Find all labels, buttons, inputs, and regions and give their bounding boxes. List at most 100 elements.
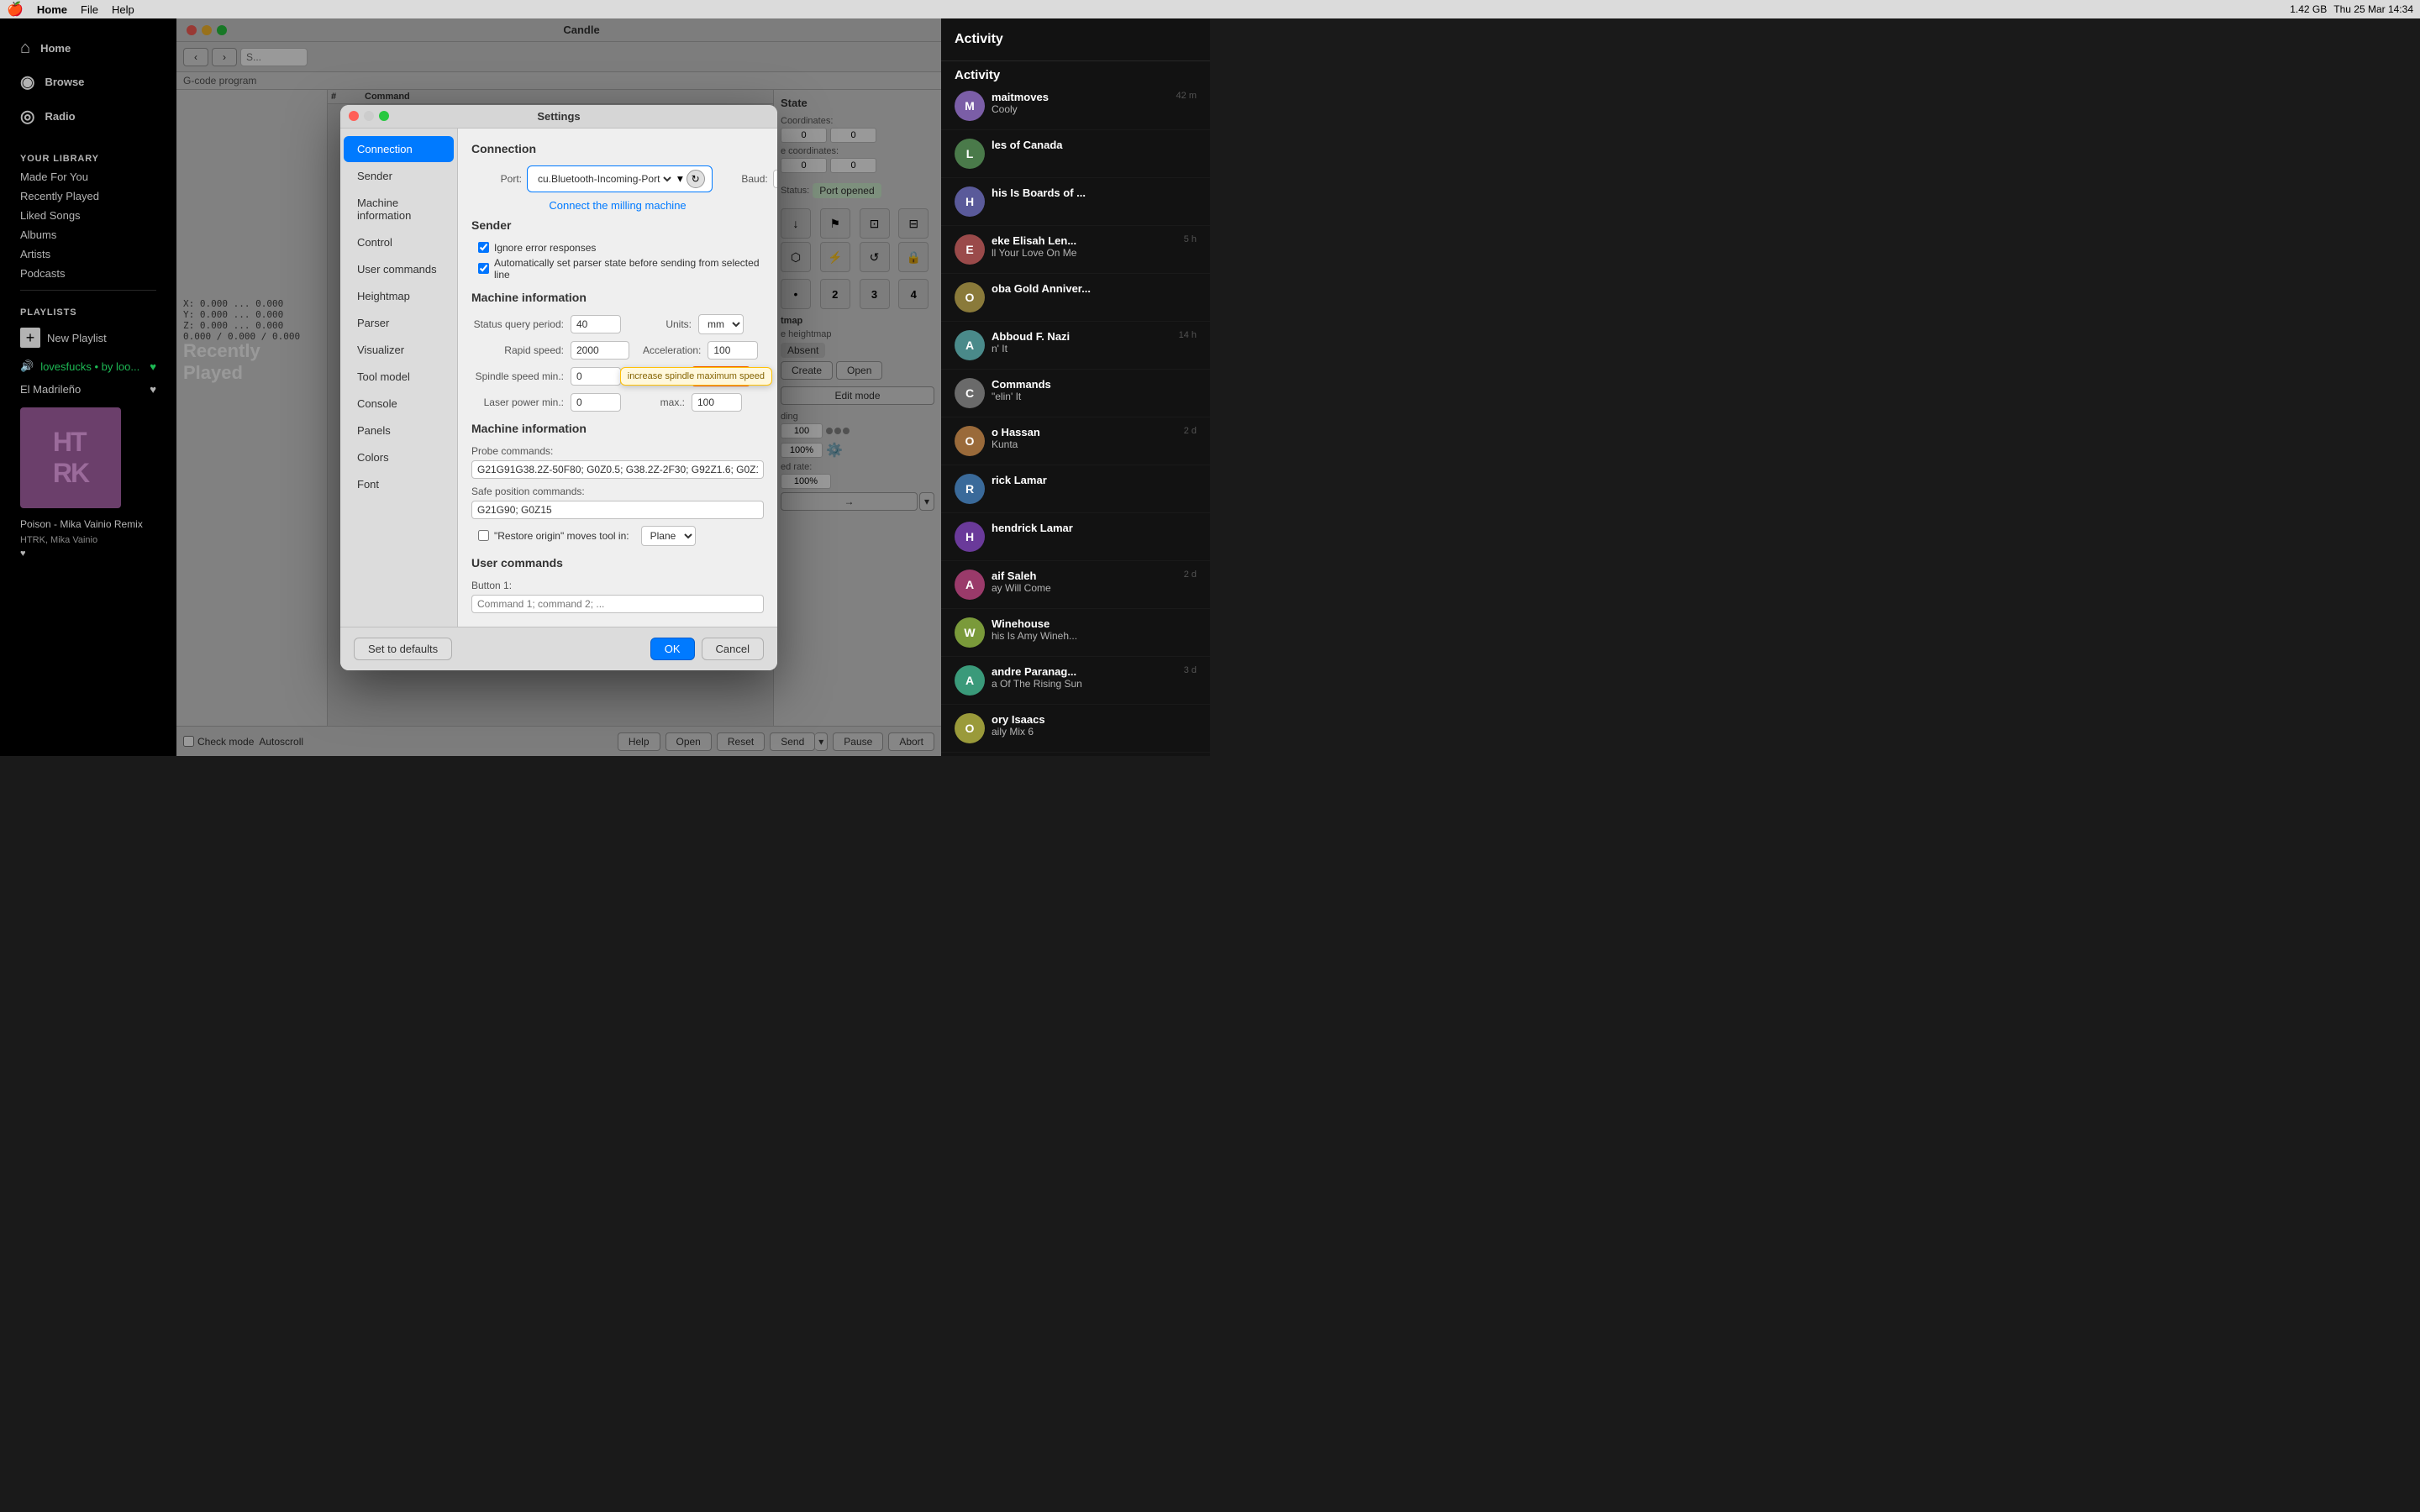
auto-parser-checkbox[interactable] (478, 263, 489, 274)
ok-button[interactable]: OK (650, 638, 695, 660)
settings-nav-connection[interactable]: Connection (344, 136, 454, 162)
sidebar: ⌂ Home ◉ Browse ◎ Radio YOUR LIBRARY Mad… (0, 18, 176, 756)
settings-window-title: Settings (537, 110, 580, 123)
accel-label: Acceleration: (643, 344, 701, 356)
playlist-label-madrile: El Madrileño (20, 383, 81, 396)
activity-track-maitmoves: Cooly (992, 103, 1170, 115)
menubar-right: 1.42 GB Thu 25 Mar 14:34 (2290, 3, 2413, 15)
auto-parser-label: Automatically set parser state before se… (494, 257, 764, 281)
port-refresh-button[interactable]: ↻ (687, 170, 705, 188)
activity-info-abboud: Abboud F. Nazi n' It (992, 330, 1172, 354)
laser-min-label: Laser power min.: (471, 396, 564, 408)
user-commands-section-title: User commands (471, 556, 764, 570)
activity-name-saleh: aif Saleh (992, 570, 1177, 582)
new-playlist-button[interactable]: + New Playlist (0, 321, 176, 354)
playlist-item-lovesfucks[interactable]: 🔊 lovesfucks • by loo... ♥ (0, 354, 176, 378)
settings-nav-visualizer[interactable]: Visualizer (344, 337, 454, 363)
ignore-errors-checkbox[interactable] (478, 242, 489, 253)
activity-name-boards: his Is Boards of ... (992, 186, 1197, 199)
activity-item-maitmoves: M maitmoves Cooly 42 m (941, 82, 1210, 130)
sidebar-item-albums[interactable]: Albums (0, 225, 176, 244)
heart-liked[interactable]: ♥ (0, 547, 176, 560)
sidebar-item-browse[interactable]: ◉ Browse (10, 65, 166, 99)
activity-name-paranag: andre Paranag... (992, 665, 1177, 678)
activity-header: Activity (941, 18, 1210, 61)
settings-titlebar: Settings (340, 105, 777, 129)
settings-maximize[interactable] (379, 111, 389, 121)
settings-nav-machine-info[interactable]: Machine information (344, 190, 454, 228)
activity-avatar-winehouse: W (955, 617, 985, 648)
activity-time-abboud: 14 h (1179, 330, 1197, 340)
candle-app: Candle ‹ › G-code program Recently Playe… (176, 18, 941, 756)
activity-info-lamar: rick Lamar (992, 474, 1197, 486)
settings-nav-sender[interactable]: Sender (344, 163, 454, 189)
activity-track-abboud: n' It (992, 343, 1172, 354)
settings-nav-panels[interactable]: Panels (344, 417, 454, 444)
sidebar-item-podcasts[interactable]: Podcasts (0, 264, 176, 283)
settings-close[interactable] (349, 111, 359, 121)
spindle-min-label: Spindle speed min.: (471, 370, 564, 382)
sidebar-item-home[interactable]: ⌂ Home (10, 32, 166, 65)
port-select[interactable]: cu.Bluetooth-Incoming-Port (534, 172, 674, 186)
settings-nav-tool-model[interactable]: Tool model (344, 364, 454, 390)
probe-commands-input[interactable] (471, 460, 764, 479)
restore-origin-checkbox[interactable] (478, 530, 489, 541)
activity-item-abboud: A Abboud F. Nazi n' It 14 h (941, 322, 1210, 370)
now-playing-artist: HTRK, Mika Vainio (0, 533, 176, 547)
sidebar-item-liked-songs[interactable]: Liked Songs (0, 206, 176, 225)
radio-icon: ◎ (20, 106, 34, 127)
settings-nav-console[interactable]: Console (344, 391, 454, 417)
sidebar-item-artists[interactable]: Artists (0, 244, 176, 264)
restore-origin-plane-select[interactable]: Plane (641, 526, 696, 546)
settings-minimize[interactable] (364, 111, 374, 121)
settings-nav-user-commands[interactable]: User commands (344, 256, 454, 282)
units-select[interactable]: mm (698, 314, 744, 334)
restore-origin-row: "Restore origin" moves tool in: Plane (471, 526, 764, 546)
activity-time-maitmoves: 42 m (1176, 91, 1197, 101)
accel-input[interactable] (708, 341, 758, 360)
rapid-speed-input[interactable] (571, 341, 629, 360)
settings-footer: Set to defaults OK Cancel (340, 627, 777, 670)
safe-position-label: Safe position commands: (471, 486, 764, 497)
activity-info-saleh: aif Saleh ay Will Come (992, 570, 1177, 594)
activity-avatar-boba: O (955, 282, 985, 312)
file-menu[interactable]: File (81, 3, 98, 16)
connect-link[interactable]: Connect the milling machine (471, 199, 764, 212)
activity-avatar-lamar: R (955, 474, 985, 504)
cancel-button[interactable]: Cancel (702, 638, 764, 660)
help-menu[interactable]: Help (112, 3, 134, 16)
probe-commands-label: Probe commands: (471, 445, 764, 457)
port-dropdown-button[interactable]: ▾ (677, 172, 683, 186)
sidebar-item-made-for-you[interactable]: Made For You (0, 167, 176, 186)
set-defaults-button[interactable]: Set to defaults (354, 638, 452, 660)
button-1-input[interactable] (471, 595, 764, 613)
status-query-input[interactable] (571, 315, 621, 333)
settings-nav-control[interactable]: Control (344, 229, 454, 255)
settings-nav-font[interactable]: Font (344, 471, 454, 497)
activity-info-boba: oba Gold Anniver... (992, 282, 1197, 295)
baud-input[interactable] (773, 170, 777, 188)
app-menu[interactable]: Home (37, 3, 67, 16)
laser-power-row: Laser power min.: max.: (471, 393, 764, 412)
spindle-min-input[interactable] (571, 367, 621, 386)
home-icon: ⌂ (20, 39, 30, 58)
settings-nav-heightmap[interactable]: Heightmap (344, 283, 454, 309)
safe-position-input[interactable] (471, 501, 764, 519)
spindle-speed-row: Spindle speed min.: max.: increase spind… (471, 366, 764, 386)
connection-section-title: Connection (471, 142, 764, 155)
laser-min-input[interactable] (571, 393, 621, 412)
activity-info-boards: his Is Boards of ... (992, 186, 1197, 199)
apple-menu[interactable]: 🍎 (7, 1, 24, 18)
sidebar-item-radio[interactable]: ◎ Radio (10, 99, 166, 134)
playlist-item-madrile[interactable]: El Madrileño ♥ (0, 378, 176, 401)
activity-item-saleh: A aif Saleh ay Will Come 2 d (941, 561, 1210, 609)
machine-info-section-title: Machine information (471, 291, 764, 304)
laser-max-label: max.: (634, 396, 685, 408)
heart-icon-2[interactable]: ♥ (150, 383, 156, 396)
settings-nav-parser[interactable]: Parser (344, 310, 454, 336)
settings-nav-colors[interactable]: Colors (344, 444, 454, 470)
laser-max-input[interactable] (692, 393, 742, 412)
heart-icon[interactable]: ♥ (150, 360, 156, 373)
port-select-container: cu.Bluetooth-Incoming-Port ▾ ↻ (527, 165, 713, 192)
sidebar-item-recently-played[interactable]: Recently Played (0, 186, 176, 206)
